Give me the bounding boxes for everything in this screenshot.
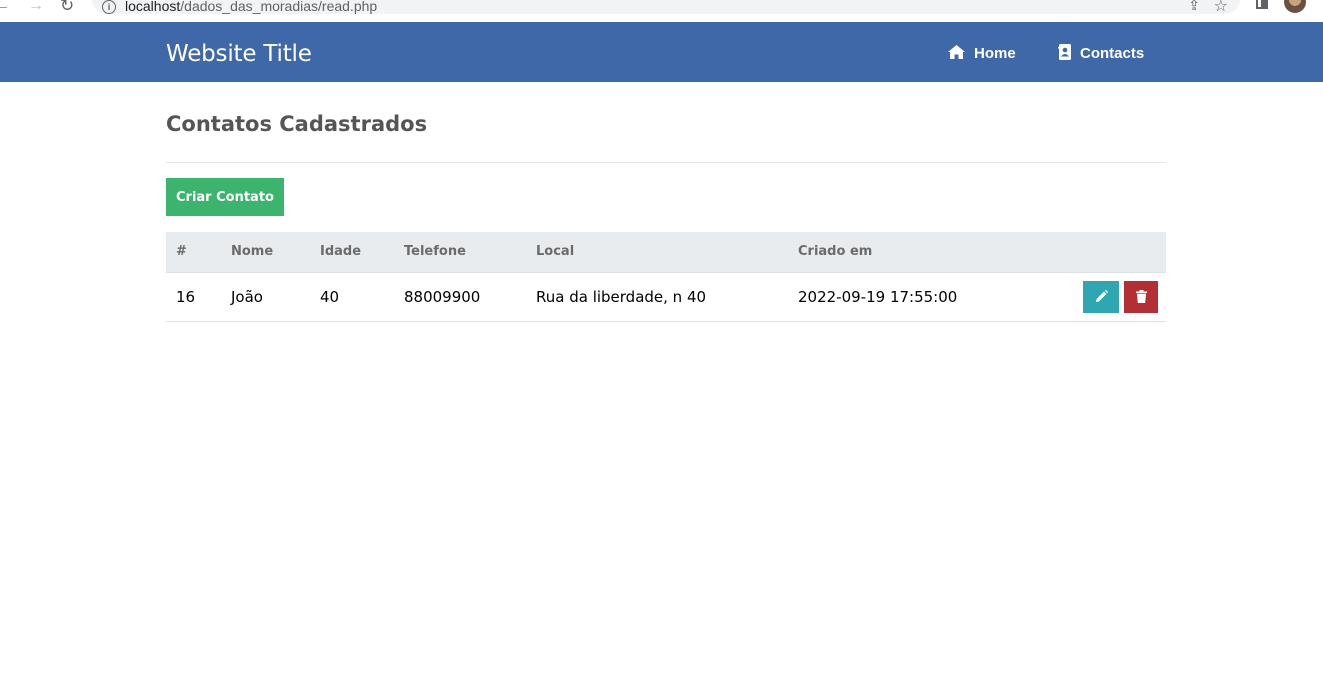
delete-button[interactable] (1124, 280, 1158, 313)
forward-arrow-icon[interactable]: → (28, 0, 44, 16)
column-header-actions (1042, 232, 1166, 273)
cell-telefone: 88009900 (404, 272, 536, 322)
cell-criado-em: 2022-09-19 17:55:00 (798, 272, 1042, 322)
cell-id: 16 (166, 272, 231, 322)
site-title[interactable]: Website Title (166, 40, 312, 68)
cell-actions (1042, 272, 1166, 322)
cell-nome: João (231, 272, 320, 322)
avatar[interactable] (1284, 0, 1306, 13)
column-header-local: Local (536, 232, 798, 273)
divider (166, 162, 1166, 163)
contacts-table: # Nome Idade Telefone Local Criado em 16… (166, 232, 1166, 322)
create-contact-button[interactable]: Criar Contato (166, 178, 284, 216)
site-navbar: Website Title Home Contacts (0, 22, 1323, 82)
share-icon[interactable]: ⇪ (1188, 0, 1200, 14)
cell-local: Rua da liberdade, n 40 (536, 272, 798, 322)
nav-home-label: Home (974, 45, 1016, 62)
edit-button[interactable] (1083, 280, 1119, 313)
browser-toolbar: ← → ↻ i localhost/dados_das_moradias/rea… (0, 0, 1323, 22)
info-icon[interactable]: i (102, 0, 116, 14)
url-text[interactable]: localhost/dados_das_moradias/read.php (125, 0, 377, 14)
column-header-nome: Nome (231, 232, 320, 273)
nav-home-link[interactable]: Home (947, 44, 1016, 63)
url-host: localhost (125, 0, 181, 14)
page-title: Contatos Cadastrados (166, 112, 428, 136)
cell-idade: 40 (320, 272, 404, 322)
reload-icon[interactable]: ↻ (60, 0, 74, 16)
back-arrow-icon[interactable]: ← (0, 0, 10, 16)
nav-contacts-label: Contacts (1080, 45, 1145, 62)
nav-contacts-link[interactable]: Contacts (1058, 44, 1144, 63)
table-row: 16 João 40 88009900 Rua da liberdade, n … (166, 272, 1166, 322)
column-header-id: # (166, 232, 231, 273)
address-bar[interactable]: i localhost/dados_das_moradias/read.php … (92, 0, 1240, 16)
column-header-telefone: Telefone (404, 232, 536, 273)
home-icon (948, 45, 965, 59)
trash-icon (1135, 290, 1147, 303)
column-header-criado-em: Criado em (798, 232, 1042, 273)
star-icon[interactable]: ☆ (1214, 0, 1228, 16)
table-header-row: # Nome Idade Telefone Local Criado em (166, 232, 1166, 273)
column-header-idade: Idade (320, 232, 404, 273)
side-panel-icon[interactable] (1256, 0, 1268, 9)
pencil-icon (1095, 290, 1108, 302)
address-book-icon (1058, 44, 1071, 60)
url-path: /dados_das_moradias/read.php (180, 0, 378, 14)
